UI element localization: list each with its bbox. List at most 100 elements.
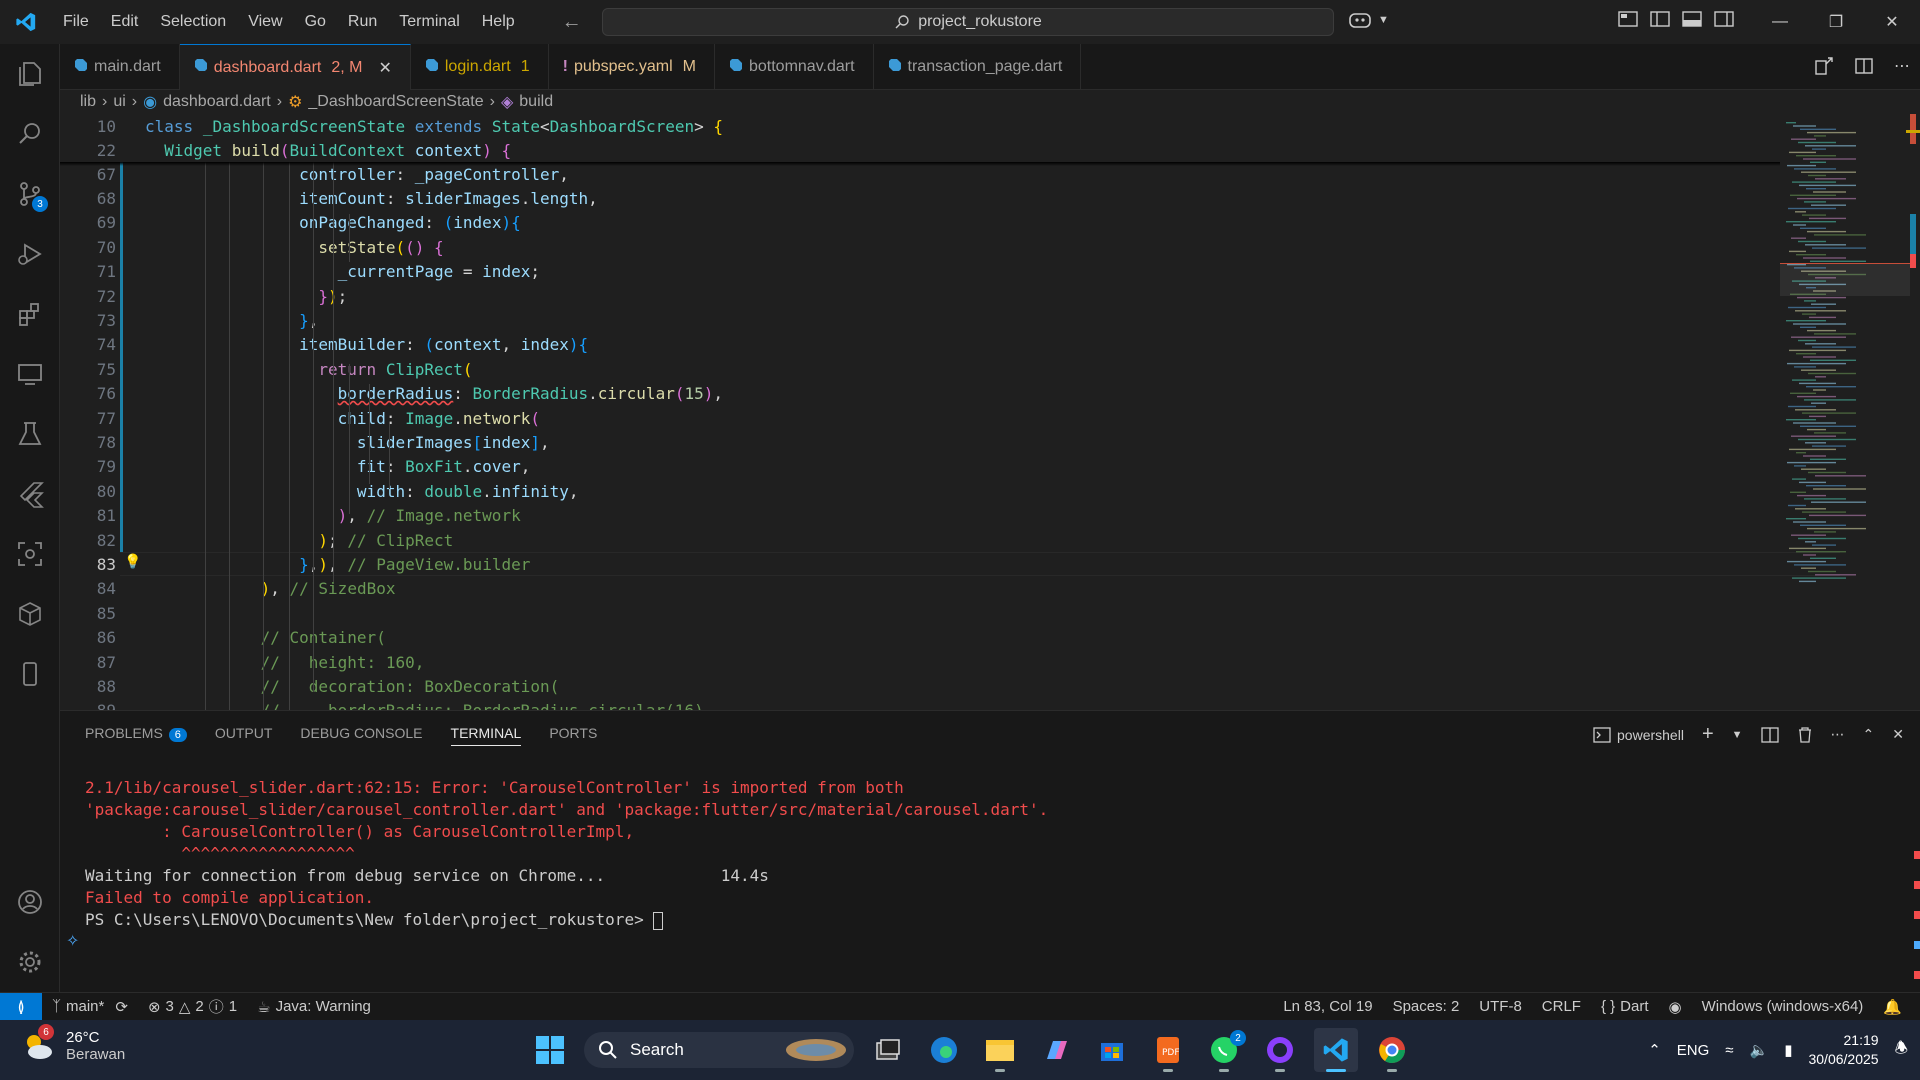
split-editor-icon[interactable] xyxy=(1854,56,1874,76)
language-mode[interactable]: { } Dart xyxy=(1591,998,1659,1015)
copilot-status-icon[interactable]: ◉ xyxy=(1659,998,1692,1016)
editor-scrollbar[interactable] xyxy=(1906,114,1920,710)
code-line[interactable]: 69 onPageChanged: (index){ xyxy=(60,211,1780,235)
search-icon[interactable] xyxy=(0,106,60,162)
code-line[interactable]: 84 ), // SizedBox xyxy=(60,577,1780,601)
breadcrumb-lib[interactable]: lib xyxy=(80,93,96,111)
remote-indicator-icon[interactable]: ≬ xyxy=(0,992,42,1021)
explorer-icon[interactable] xyxy=(0,46,60,102)
code-line[interactable]: 79 fit: BoxFit.cover, xyxy=(60,455,1780,479)
code-line[interactable]: 76 borderRadius: BorderRadius.circular(1… xyxy=(60,382,1780,406)
sync-icon[interactable]: ⟳ xyxy=(115,998,128,1016)
code-line[interactable]: 73 }, xyxy=(60,308,1780,332)
platform-selector[interactable]: Windows (windows-x64) xyxy=(1692,998,1874,1015)
problems-indicator[interactable]: ⊗ 3 △ 2 ⓘ 1 xyxy=(138,996,247,1017)
menu-edit[interactable]: Edit xyxy=(100,13,150,31)
maximize-panel-icon[interactable]: ⌃ xyxy=(1863,726,1875,743)
menu-go[interactable]: Go xyxy=(294,13,337,31)
wifi-icon[interactable]: ≈ xyxy=(1725,1042,1733,1059)
extensions-icon[interactable] xyxy=(0,286,60,342)
start-button[interactable] xyxy=(528,1028,572,1072)
tab-bottomnav-dart[interactable]: bottomnav.dart xyxy=(715,44,874,90)
code-line[interactable]: 71 _currentPage = index; xyxy=(60,260,1780,284)
sticky-scroll-line[interactable]: 10 class _DashboardScreenState extends St… xyxy=(60,114,1780,138)
menu-selection[interactable]: Selection xyxy=(149,13,237,31)
code-line[interactable]: 74 itemBuilder: (context, index){ xyxy=(60,333,1780,357)
panel-tab-terminal[interactable]: TERMINAL xyxy=(450,725,522,746)
terminal-shell-selector[interactable]: powershell xyxy=(1593,727,1684,743)
whatsapp-icon[interactable]: 2 xyxy=(1202,1028,1246,1072)
code-line[interactable]: 86 // Container( xyxy=(60,626,1780,650)
branch-indicator[interactable]: ᛉ main* ⟳ xyxy=(42,998,138,1016)
menu-help[interactable]: Help xyxy=(471,13,526,31)
menu-view[interactable]: View xyxy=(237,13,293,31)
breadcrumb-method[interactable]: build xyxy=(519,93,553,111)
close-tab-icon[interactable]: ✕ xyxy=(378,58,391,78)
accounts-icon[interactable] xyxy=(0,874,60,930)
more-actions-icon[interactable]: ⋯ xyxy=(1831,726,1845,743)
sparkle-icon[interactable]: ✧ xyxy=(66,931,79,951)
panel-tab-output[interactable]: OUTPUT xyxy=(215,725,273,746)
close-window-button[interactable]: ✕ xyxy=(1864,0,1920,44)
maximize-button[interactable]: ❐ xyxy=(1808,0,1864,44)
sticky-scroll-line[interactable]: 22 Widget build(BuildContext context) { xyxy=(60,138,1780,162)
encoding[interactable]: UTF-8 xyxy=(1469,998,1532,1015)
code-line[interactable]: 85 xyxy=(60,601,1780,625)
code-line[interactable]: 75 return ClipRect( xyxy=(60,357,1780,381)
new-terminal-icon[interactable]: + xyxy=(1702,723,1714,746)
copilot-app-icon[interactable] xyxy=(1034,1028,1078,1072)
chevron-down-icon[interactable]: ▼ xyxy=(1732,729,1743,741)
split-terminal-icon[interactable] xyxy=(1760,726,1779,743)
source-control-icon[interactable]: 3 xyxy=(0,166,60,222)
java-status[interactable]: ☕ Java: Warning xyxy=(247,998,381,1016)
code-line[interactable]: 87 // height: 160, xyxy=(60,650,1780,674)
minimize-button[interactable]: — xyxy=(1752,0,1808,44)
file-explorer-icon[interactable] xyxy=(978,1028,1022,1072)
toggle-secondary-sidebar-icon[interactable] xyxy=(1714,10,1734,28)
indentation[interactable]: Spaces: 2 xyxy=(1383,998,1470,1015)
github-desktop-icon[interactable] xyxy=(1258,1028,1302,1072)
menu-terminal[interactable]: Terminal xyxy=(388,13,470,31)
scan-icon[interactable] xyxy=(0,526,60,582)
remote-explorer-icon[interactable] xyxy=(0,346,60,402)
code-line[interactable]: 80 width: double.infinity, xyxy=(60,479,1780,503)
task-view-icon[interactable] xyxy=(866,1028,910,1072)
system-clock[interactable]: 21:19 30/06/2025 xyxy=(1808,1031,1878,1069)
terminal-scrollbar[interactable] xyxy=(1914,841,1920,981)
volume-icon[interactable]: 🔈 xyxy=(1750,1041,1769,1059)
breadcrumb-file[interactable]: dashboard.dart xyxy=(163,93,271,111)
panel-tab-problems[interactable]: PROBLEMS 6 xyxy=(85,725,187,746)
menu-file[interactable]: File xyxy=(52,13,100,31)
settings-gear-icon[interactable] xyxy=(0,934,60,990)
customize-layout-icon[interactable] xyxy=(1618,10,1638,28)
minimap[interactable] xyxy=(1780,114,1910,710)
toggle-primary-sidebar-icon[interactable] xyxy=(1650,10,1670,28)
copilot-button[interactable]: ▼ xyxy=(1348,10,1389,30)
back-arrow-icon[interactable]: ← xyxy=(562,11,582,34)
input-language[interactable]: ENG xyxy=(1677,1042,1710,1059)
close-panel-icon[interactable]: ✕ xyxy=(1892,726,1904,743)
breadcrumb-class[interactable]: _DashboardScreenState xyxy=(308,93,483,111)
notification-center-icon[interactable]: 🕭 xyxy=(1895,1038,1908,1063)
code-line[interactable]: 72 }); xyxy=(60,284,1780,308)
command-center-search[interactable]: project_rokustore xyxy=(602,8,1334,36)
notifications-bell-icon[interactable]: 🔔 xyxy=(1873,998,1912,1016)
code-line[interactable]: 70 setState(() { xyxy=(60,235,1780,259)
tab-transaction-page-dart[interactable]: transaction_page.dart xyxy=(874,44,1082,90)
panel-tab-ports[interactable]: PORTS xyxy=(549,725,597,746)
battery-icon[interactable]: ▮ xyxy=(1784,1041,1792,1059)
taskbar-search[interactable]: Search xyxy=(584,1032,854,1068)
code-editor[interactable]: 10 class _DashboardScreenState extends St… xyxy=(60,114,1920,710)
code-line[interactable]: 82 ); // ClipRect xyxy=(60,528,1780,552)
code-line[interactable]: 81 ), // Image.network xyxy=(60,504,1780,528)
vscode-taskbar-icon[interactable] xyxy=(1314,1028,1358,1072)
terminal-output[interactable]: 2.1/lib/carousel_slider.dart:62:15: Erro… xyxy=(85,777,1048,931)
flutter-icon[interactable] xyxy=(0,466,60,522)
cursor-position[interactable]: Ln 83, Col 19 xyxy=(1273,998,1382,1015)
tab-login-dart[interactable]: login.dart 1 xyxy=(411,44,549,90)
toggle-panel-icon[interactable] xyxy=(1682,10,1702,28)
weather-widget[interactable]: 6 26°C Berawan xyxy=(20,1024,125,1064)
code-line[interactable]: 68 itemCount: sliderImages.length, xyxy=(60,186,1780,210)
code-line[interactable]: 78 sliderImages[index], xyxy=(60,430,1780,454)
open-changes-icon[interactable] xyxy=(1814,56,1834,76)
